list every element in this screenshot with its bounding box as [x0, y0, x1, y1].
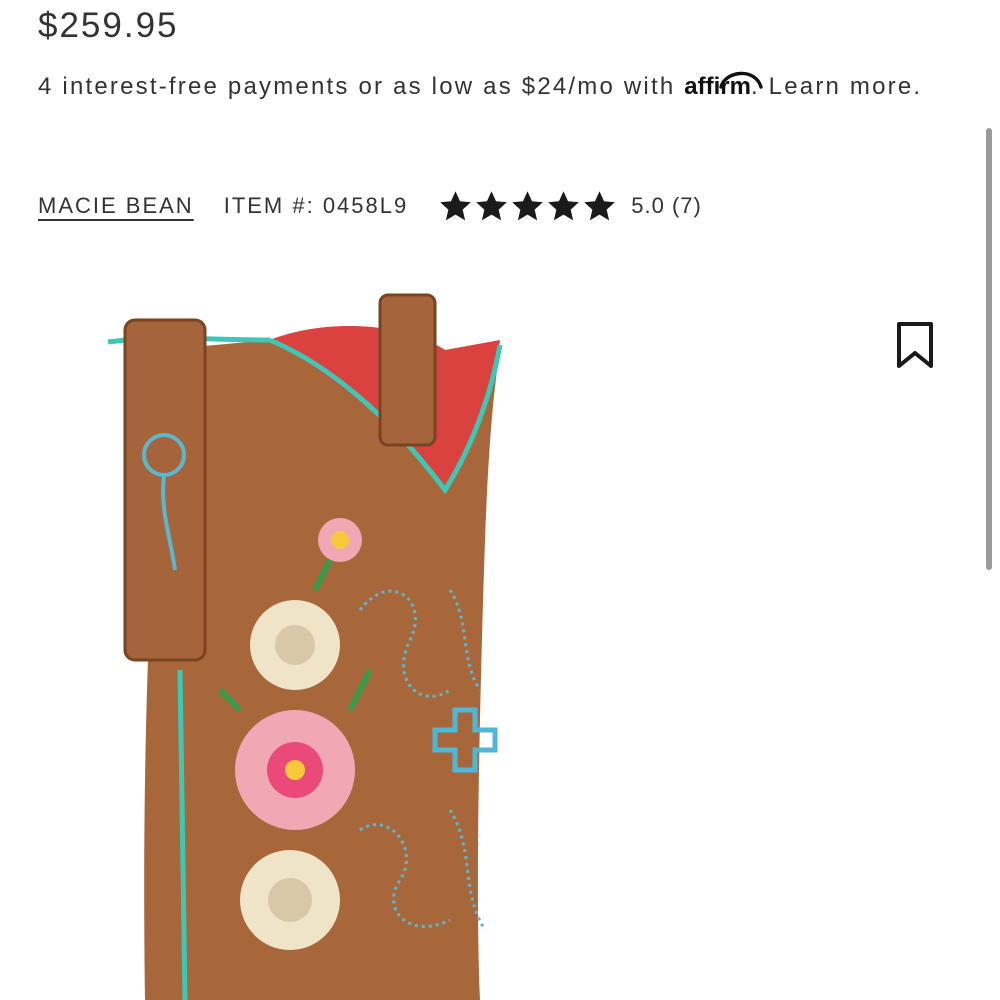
star-icon [548, 190, 580, 220]
learn-more-link[interactable]: . Learn more. [751, 73, 922, 100]
financing-text-before: 4 interest-free payments or as low as $2… [38, 73, 685, 100]
star-icon [440, 190, 472, 220]
star-icon [584, 190, 616, 220]
star-icon [512, 190, 544, 220]
brand-link[interactable]: MACIE BEAN [38, 193, 194, 219]
financing-text[interactable]: 4 interest-free payments or as low as $2… [38, 68, 963, 106]
scrollbar-thumb[interactable] [986, 128, 992, 570]
affirm-logo: affirm [684, 71, 763, 100]
rating-count[interactable]: 5.0 (7) [631, 193, 702, 219]
product-image[interactable] [100, 290, 520, 1000]
star-icon [476, 190, 508, 220]
star-rating[interactable] [438, 189, 617, 224]
affirm-arc-icon [719, 71, 763, 89]
product-price: $259.95 [38, 6, 179, 45]
bookmark-icon[interactable] [893, 320, 937, 370]
product-meta-row: MACIE BEAN ITEM #: 0458L9 5.0 (7) [38, 186, 702, 226]
item-number: ITEM #: 0458L9 [223, 193, 409, 218]
